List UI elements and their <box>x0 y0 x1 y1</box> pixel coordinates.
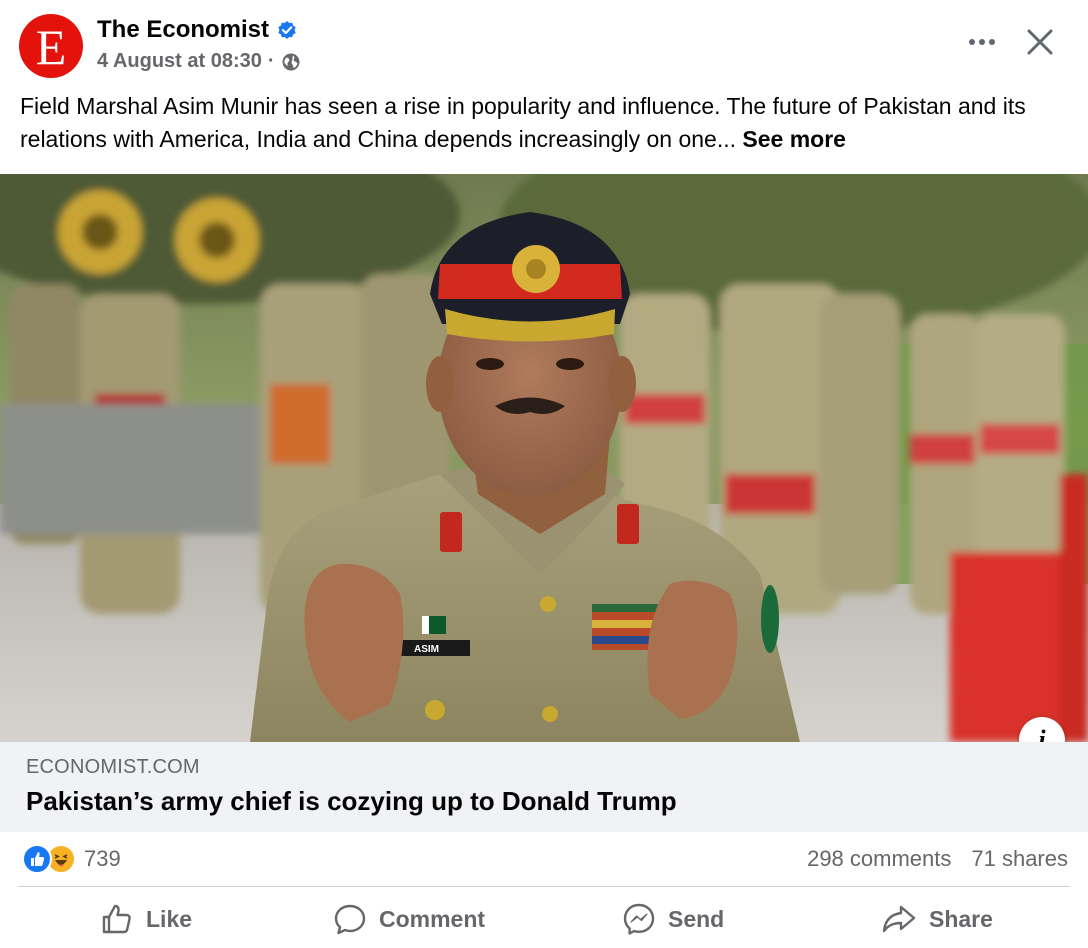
send-label: Send <box>668 905 725 932</box>
link-title: Pakistan’s army chief is cozying up to D… <box>26 786 677 816</box>
meta-separator: · <box>267 50 275 72</box>
comment-label: Comment <box>379 905 486 932</box>
post-body-text: Field Marshal Asim Munir has seen a rise… <box>20 93 1026 152</box>
close-button[interactable] <box>1018 20 1062 64</box>
avatar-logo-letter: E <box>35 19 67 75</box>
post-photo[interactable]: ASIM <box>0 174 1088 742</box>
post-header: E The Economist 4 August at 08:30 · <box>0 0 1088 90</box>
see-more-link[interactable]: See more <box>742 126 846 152</box>
name-tag-text: ASIM <box>414 644 439 655</box>
actions-divider <box>18 886 1070 887</box>
share-icon <box>882 905 916 933</box>
reaction-count: 739 <box>84 846 121 871</box>
more-options-button[interactable] <box>960 24 1004 60</box>
globe-icon <box>282 53 300 70</box>
page-name[interactable]: The Economist <box>97 16 269 44</box>
link-preview[interactable]: ECONOMIST.COM Pakistan’s army chief is c… <box>0 742 1088 832</box>
like-icon <box>102 904 131 934</box>
page-name-row: The Economist <box>97 16 297 44</box>
send-button[interactable]: Send <box>622 890 724 948</box>
share-label: Share <box>929 905 993 932</box>
page-avatar[interactable]: E <box>19 14 83 78</box>
stats-counts: 298 comments 71 shares <box>807 846 1068 872</box>
reactions-summary[interactable]: 739 <box>22 844 121 874</box>
messenger-icon <box>623 903 655 935</box>
like-reaction-icon <box>22 844 52 874</box>
verified-badge-icon <box>278 21 296 39</box>
shares-count[interactable]: 71 shares <box>971 846 1068 872</box>
comment-icon <box>334 904 366 935</box>
photo-illustration: ASIM <box>0 174 1088 742</box>
post-timestamp[interactable]: 4 August at 08:30 <box>97 50 262 73</box>
share-button[interactable]: Share <box>881 890 993 948</box>
post-actions: Like Comment Send Share <box>0 890 1088 948</box>
link-domain: ECONOMIST.COM <box>26 756 200 778</box>
like-label: Like <box>146 905 193 932</box>
post-text: Field Marshal Asim Munir has seen a rise… <box>20 90 1070 156</box>
comment-button[interactable]: Comment <box>333 890 485 948</box>
close-icon <box>1027 29 1053 55</box>
engagement-stats: 739 298 comments 71 shares <box>0 832 1088 886</box>
like-button[interactable]: Like <box>100 890 192 948</box>
comments-count[interactable]: 298 comments <box>807 846 951 872</box>
post-meta: 4 August at 08:30 · <box>97 50 301 73</box>
more-options-icon <box>969 39 995 45</box>
